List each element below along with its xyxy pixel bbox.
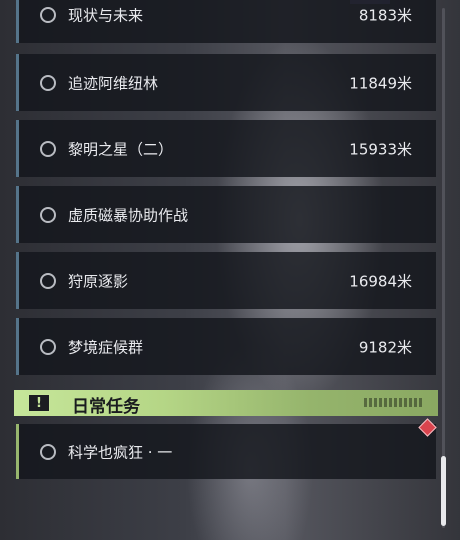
section-title: 日常任务: [72, 397, 140, 417]
quest-item-2[interactable]: 黎明之星（二） 15933米: [16, 120, 436, 177]
quest-type-bar: [16, 424, 19, 479]
quest-name: 黎明之星（二）: [68, 140, 174, 158]
quest-distance: 9182米: [358, 338, 412, 356]
quest-type-bar: [16, 120, 19, 177]
circle-icon: [40, 338, 56, 355]
circle-icon: [40, 74, 56, 91]
quest-name: 狩原逐影: [68, 272, 129, 290]
quest-type-bar: [16, 318, 19, 375]
circle-icon: [40, 272, 56, 289]
quest-name: 梦境症候群: [68, 338, 144, 356]
scrollbar-track[interactable]: [442, 8, 445, 528]
quest-distance: 15933米: [349, 140, 412, 158]
daily-quest-item-0[interactable]: 科学也疯狂 · 一: [16, 424, 436, 479]
quest-item-5[interactable]: 梦境症候群 9182米: [16, 318, 436, 375]
quest-distance: 11849米: [349, 74, 412, 92]
quest-distance: 8183米: [358, 6, 412, 24]
circle-icon: [40, 443, 56, 460]
exclamation-icon: !: [28, 394, 50, 412]
quest-item-1[interactable]: 追迹阿维纽林 11849米: [16, 54, 436, 111]
quest-type-bar: [16, 252, 19, 309]
circle-icon: [40, 6, 56, 23]
circle-icon: [40, 140, 56, 157]
circle-icon: [40, 206, 56, 223]
quest-type-bar: [16, 0, 19, 43]
quest-name: 虚质磁暴协助作战: [68, 206, 189, 224]
quest-item-0[interactable]: 现状与未来 8183米: [16, 0, 436, 43]
quest-item-4[interactable]: 狩原逐影 16984米: [16, 252, 436, 309]
quest-distance: 16984米: [349, 272, 412, 290]
quest-name: 追迹阿维纽林: [68, 74, 159, 92]
quest-item-3[interactable]: 虚质磁暴协助作战: [16, 186, 436, 243]
scrollbar-thumb[interactable]: [441, 456, 446, 526]
header-decoration: [364, 398, 424, 407]
quest-type-bar: [16, 54, 19, 111]
quest-type-bar: [16, 186, 19, 243]
daily-quest-section-header[interactable]: ! 日常任务: [14, 390, 438, 417]
quest-list: 现状与未来 8183米 追迹阿维纽林 11849米 黎明之星（二） 15933米…: [0, 0, 460, 540]
quest-name: 科学也疯狂 · 一: [68, 443, 173, 461]
quest-name: 现状与未来: [68, 6, 144, 24]
